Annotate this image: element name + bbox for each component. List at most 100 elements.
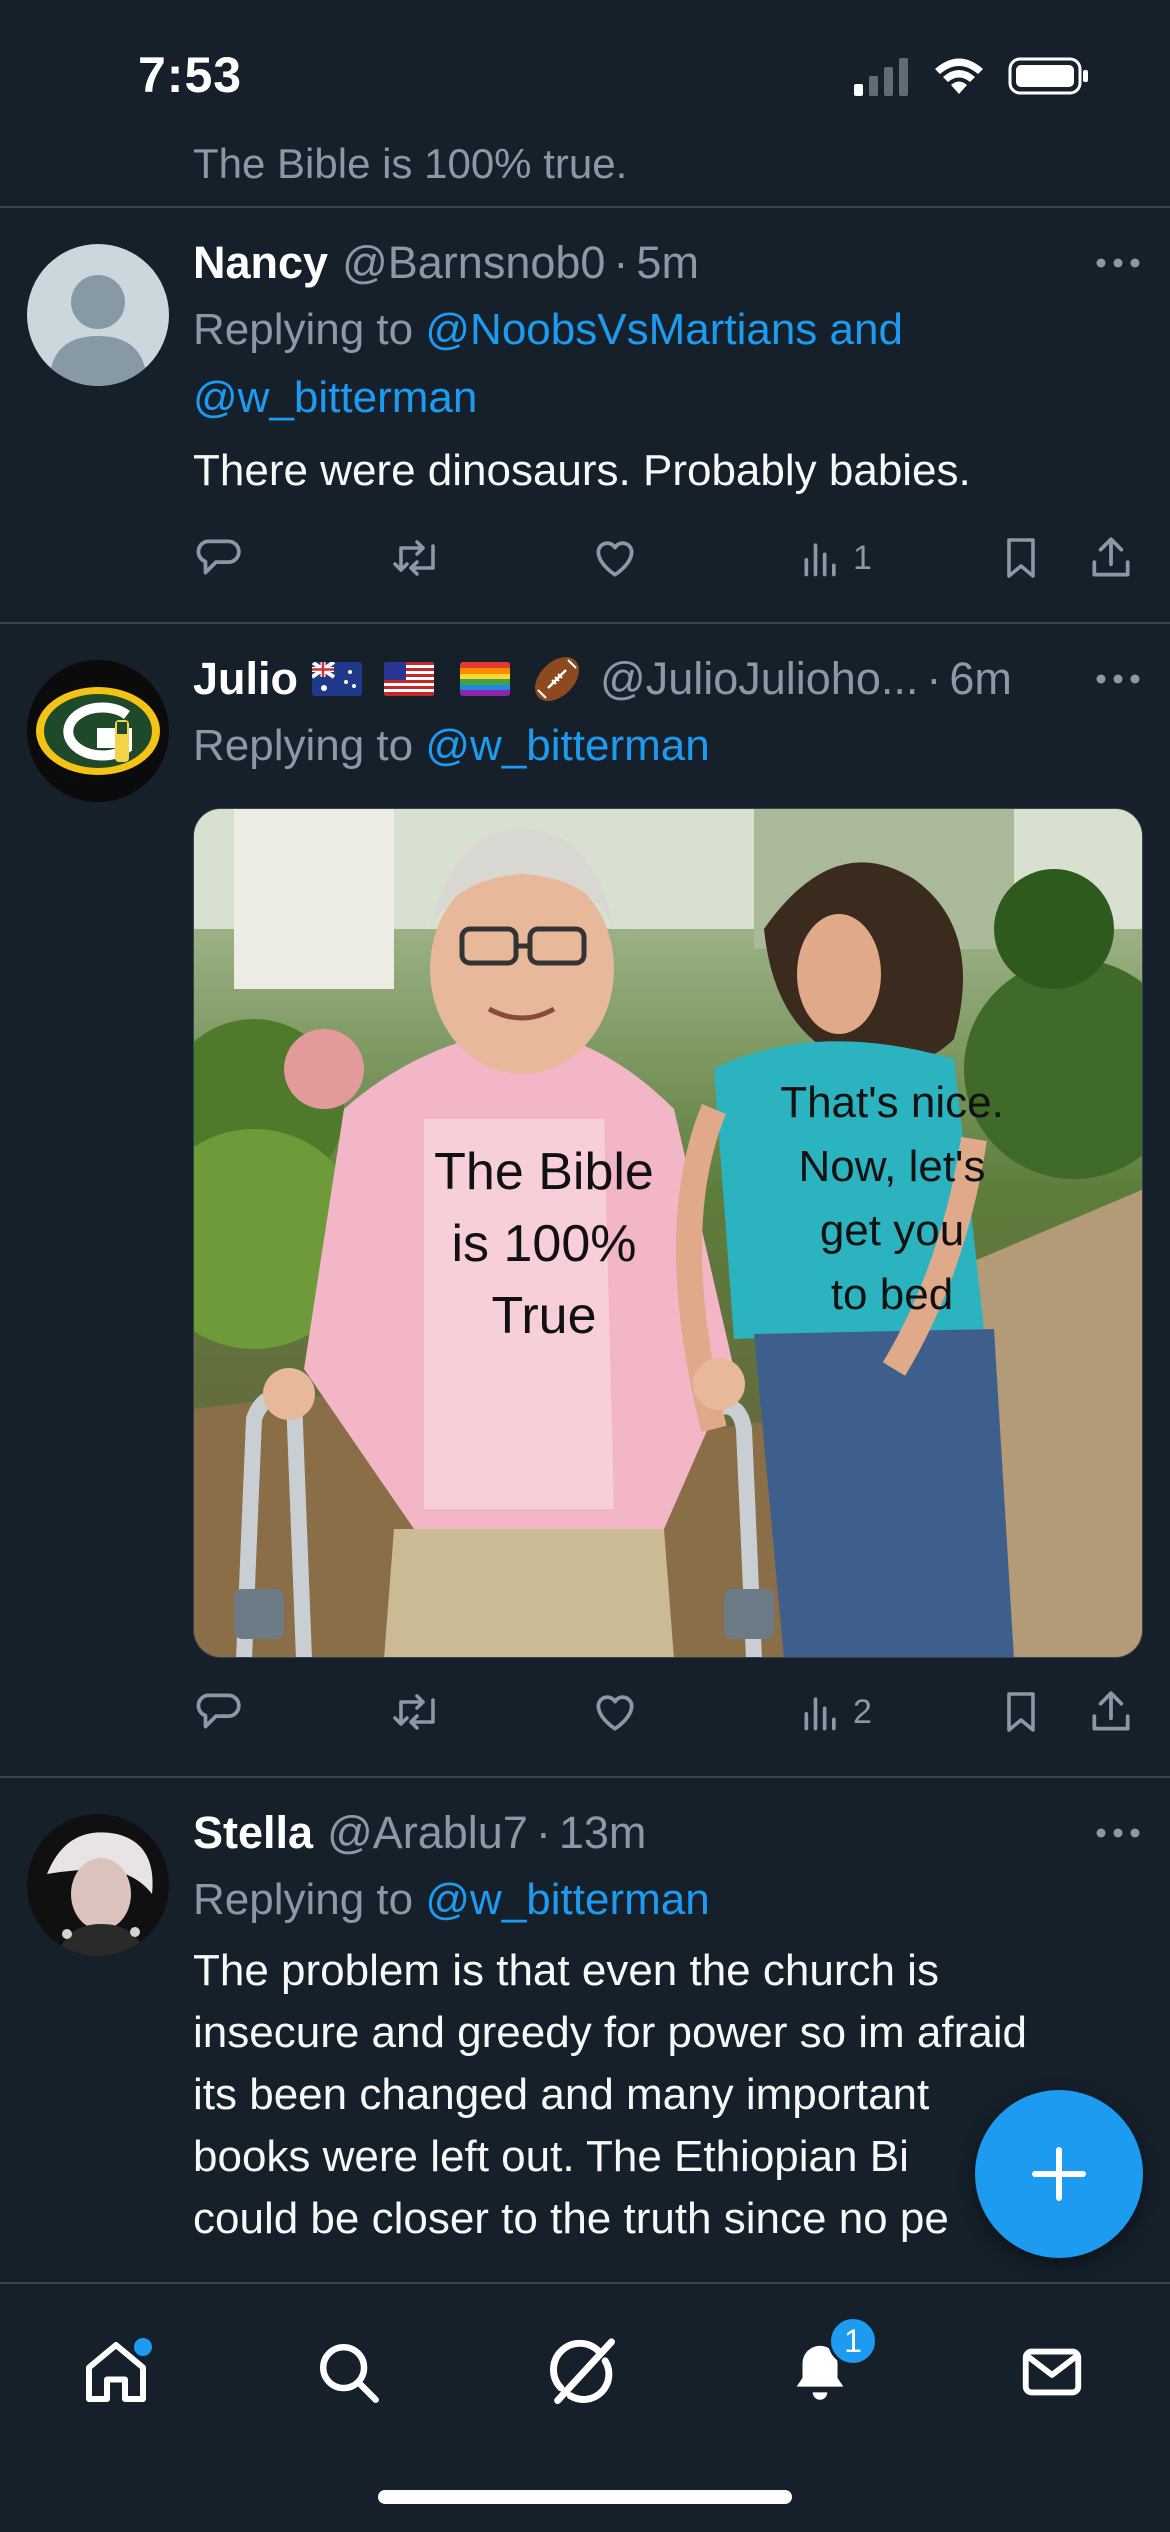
like-button[interactable] [590, 1682, 640, 1742]
reply-icon [196, 539, 241, 575]
bookmark-button[interactable] [997, 528, 1045, 588]
tweet-text: There were dinosaurs. Probably babies. [193, 446, 971, 495]
bookmark-button[interactable] [997, 1682, 1045, 1742]
previous-tweet-text: The Bible is 100% true. [193, 140, 628, 187]
views-count: 1 [853, 538, 872, 577]
views-button[interactable]: 1 [799, 528, 872, 588]
tweet-nancy[interactable]: Nancy @Barnsnob0 · 5m Replying to @Noobs… [0, 210, 1170, 624]
wifi-icon [935, 58, 983, 94]
tweet-time: 5m [636, 237, 699, 288]
tweet-header: Stella @Arablu7 · 13m [193, 1800, 1140, 1866]
avatar-default[interactable] [27, 244, 169, 386]
tweet-media-image[interactable]: The Bible is 100% True That's nice. Now,… [193, 808, 1143, 1658]
replying-to: Replying to @NoobsVsMartians and [193, 296, 1140, 364]
more-icon [1096, 1828, 1140, 1838]
replying-prefix: Replying to [193, 721, 414, 770]
replying-to-mention[interactable]: @w_bitterman [425, 1875, 709, 1924]
more-icon [1096, 258, 1140, 268]
tweet-time: 6m [949, 653, 1012, 704]
replying-prefix: Replying to [193, 1875, 414, 1924]
author-name[interactable]: Julio [193, 653, 298, 705]
like-button[interactable] [590, 528, 640, 588]
avatar-stella[interactable] [27, 1814, 169, 1956]
dot-separator: · [926, 653, 942, 704]
heart-icon [596, 541, 634, 577]
football-icon [535, 657, 579, 701]
battery-icon [1008, 57, 1088, 95]
previous-tweet[interactable]: The Bible is 100% true. [0, 140, 1170, 208]
avatar-julio[interactable] [27, 660, 169, 802]
meme-left-line-1: The Bible [434, 1143, 654, 1201]
status-icons [854, 56, 1090, 96]
tab-search[interactable] [298, 2322, 398, 2422]
replying-to-mention[interactable]: @w_bitterman [425, 721, 709, 770]
status-time: 7:53 [138, 47, 243, 103]
usa-flag-icon [384, 662, 435, 696]
share-button[interactable] [1086, 1682, 1136, 1742]
replying-prefix: Replying to [193, 305, 414, 354]
tweet-text-line: insecure and greedy for power so im afra… [193, 2008, 1027, 2057]
meme-illustration: The Bible is 100% True That's nice. Now,… [194, 809, 1142, 1657]
plus-icon [1032, 2147, 1086, 2201]
tweet-header: Julio @JulioJulioho... · 6m [193, 646, 1140, 712]
australia-flag-icon [312, 662, 363, 696]
retweet-button[interactable] [391, 1682, 443, 1742]
notifications-badge: 1 [828, 2316, 878, 2366]
share-button[interactable] [1086, 528, 1136, 588]
replying-to-mention[interactable]: @w_bitterman [193, 373, 477, 422]
views-icon [804, 1697, 836, 1731]
dot-separator: · [535, 1807, 551, 1858]
tab-notifications[interactable]: 1 [770, 2316, 878, 2422]
reply-button[interactable] [193, 528, 243, 588]
replying-to-mentions[interactable]: @NoobsVsMartians and [425, 305, 903, 354]
bookmark-icon [1007, 1692, 1035, 1732]
retweet-button[interactable] [391, 528, 443, 588]
packers-logo-avatar-icon [27, 660, 169, 802]
tweet-text-line: The problem is that even the church is [193, 1946, 939, 1995]
more-options-button[interactable] [1080, 646, 1140, 712]
author-name[interactable]: Nancy [193, 237, 328, 289]
meme-left-line-3: True [492, 1287, 597, 1345]
tweet-time: 13m [558, 1807, 647, 1858]
replying-to: Replying to @w_bitterman [193, 1866, 1140, 1934]
timeline-screen: 7:53 The Bible is 100% true. Nancy @Barn… [0, 0, 1170, 2532]
replying-to-second-line: @w_bitterman [193, 364, 1140, 432]
author-handle[interactable]: @Arablu7 [327, 1807, 528, 1859]
meme-left-line-2: is 100% [452, 1215, 637, 1273]
share-icon [1092, 537, 1130, 577]
tweet-actions: 2 [193, 1682, 1150, 1742]
dot-separator: · [613, 237, 629, 288]
tab-home[interactable] [66, 2322, 166, 2422]
cellular-signal-icon [854, 58, 908, 96]
more-options-button[interactable] [1080, 1800, 1140, 1866]
replying-to: Replying to @w_bitterman [193, 712, 1140, 780]
views-button[interactable]: 2 [799, 1682, 872, 1742]
meme-right-line-2: Now, let's [799, 1142, 986, 1191]
grok-icon [550, 2338, 615, 2404]
reply-button[interactable] [193, 1682, 243, 1742]
more-options-button[interactable] [1080, 230, 1140, 296]
default-avatar-icon [49, 275, 147, 386]
search-icon [320, 2344, 379, 2403]
profile-photo-icon [27, 1814, 169, 1956]
views-icon [804, 543, 836, 577]
more-icon [1096, 674, 1140, 684]
status-bar: 7:53 [0, 0, 1170, 140]
meme-right-line-4: to bed [831, 1270, 953, 1319]
author-handle[interactable]: @Barnsnob0 [342, 237, 605, 289]
retweet-icon [393, 540, 435, 576]
retweet-icon [393, 1694, 435, 1730]
tab-messages[interactable] [1002, 2322, 1102, 2422]
share-icon [1092, 1691, 1130, 1731]
compose-button[interactable] [975, 2090, 1143, 2258]
meme-right-line-3: get you [820, 1206, 964, 1255]
meme-right-line-1: That's nice. [780, 1078, 1004, 1127]
author-name[interactable]: Stella [193, 1807, 313, 1859]
author-handle[interactable]: @JulioJulioho... [600, 653, 918, 705]
home-indicator[interactable] [378, 2490, 792, 2504]
tab-grok[interactable] [533, 2322, 633, 2422]
rainbow-flag-icon [460, 662, 511, 696]
heart-icon [596, 1695, 634, 1731]
tweet-header: Nancy @Barnsnob0 · 5m [193, 230, 1140, 296]
bookmark-icon [1007, 538, 1035, 578]
